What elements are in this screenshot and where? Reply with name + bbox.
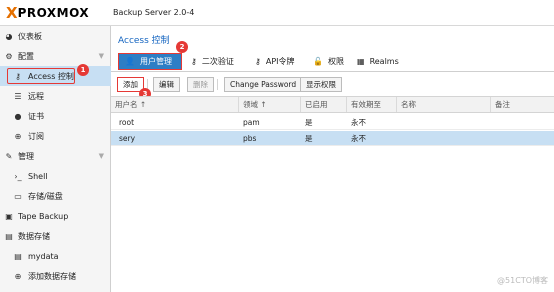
terminal-icon: ›_ (14, 171, 22, 181)
sidebar-item-label: 添加数据存储 (28, 271, 76, 281)
top-bar: X PROXMOX Backup Server 2.0-4 (0, 0, 554, 26)
sidebar-item-certificates[interactable]: ● 证书 (0, 106, 111, 126)
tab-label: 二次验证 (201, 57, 234, 66)
unlock-icon: 🔓 (313, 57, 323, 66)
cell-enabled: 是 (305, 134, 313, 143)
edit-button[interactable]: 编辑 (153, 77, 180, 92)
tachometer-icon: ◕ (5, 31, 13, 41)
sidebar-item-label: 配置 (18, 51, 34, 61)
tab-label: 权限 (327, 57, 344, 66)
cell-realm: pam (243, 118, 260, 127)
cell-username: sery (119, 134, 136, 143)
change-password-button[interactable]: Change Password (224, 77, 303, 92)
sidebar-item-administration[interactable]: ✎ 管理 ▼ (0, 146, 111, 166)
chevron-down-icon[interactable]: ▼ (99, 152, 104, 160)
tape-icon: ▣ (5, 211, 13, 221)
cell-name (397, 115, 401, 130)
sidebar-item-shell[interactable]: ›_ Shell (0, 166, 111, 186)
app-title: Backup Server 2.0-4 (113, 8, 195, 17)
cell-enabled: 是 (305, 118, 313, 127)
gears-icon: ⚙ (5, 51, 13, 61)
table-row[interactable]: sery pbs 是 永不 (111, 131, 554, 146)
show-permissions-button[interactable]: 显示权限 (300, 77, 342, 92)
toolbar-divider (217, 79, 218, 90)
tab-label: 用户管理 (139, 57, 172, 66)
tab-label: Realms (369, 57, 399, 66)
certificate-icon: ● (14, 111, 22, 121)
annotation-badge-1: 1 (77, 64, 89, 76)
cell-name (397, 131, 401, 146)
cell-expire: 永不 (351, 118, 366, 127)
cell-comment (491, 115, 495, 130)
sidebar-item-label: 仪表板 (18, 31, 42, 41)
tab-api-token[interactable]: ⚷ API令牌 (249, 53, 301, 70)
sidebar-item-configuration[interactable]: ⚙ 配置 ▼ (0, 46, 111, 66)
key-icon: ⚷ (15, 71, 21, 81)
column-header-enabled[interactable]: 已启用 (301, 97, 347, 112)
tab-two-factor[interactable]: ⚷ 二次验证 (185, 53, 240, 70)
key-icon: ⚷ (255, 57, 261, 66)
column-header-realm[interactable]: 领域 ↑ (239, 97, 301, 112)
sidebar-item-remotes[interactable]: ☰ 远程 (0, 86, 111, 106)
tab-label: API令牌 (265, 57, 295, 66)
sidebar-item-datastore[interactable]: ▤ 数据存储 (0, 226, 111, 246)
toolbar: 添加 编辑 删除 Change Password 显示权限 (111, 72, 554, 96)
table-row[interactable]: root pam 是 永不 (111, 115, 554, 130)
cell-realm: pbs (243, 134, 257, 143)
key-icon: ⚷ (191, 57, 197, 66)
sidebar-item-label: 管理 (18, 151, 34, 161)
sidebar-item-label: Access 控制 (28, 71, 74, 81)
database-icon: ▤ (14, 251, 22, 261)
sidebar-item-label: mydata (28, 251, 59, 261)
hdd-icon: ▭ (14, 191, 22, 201)
sidebar-item-mydata[interactable]: ▤ mydata (0, 246, 111, 266)
sidebar-item-storage-disks[interactable]: ▭ 存储/磁盘 (0, 186, 111, 206)
sidebar-item-label: 数据存储 (18, 231, 50, 241)
sidebar-item-label: 远程 (28, 91, 44, 101)
tab-permissions[interactable]: 🔓 权限 (307, 53, 350, 70)
chevron-down-icon[interactable]: ▼ (99, 52, 104, 60)
sidebar-item-access-control[interactable]: ⚷ Access 控制 (0, 66, 111, 86)
user-icon: 👤 (125, 57, 135, 66)
tab-user-management[interactable]: 👤 用户管理 (118, 53, 182, 70)
cell-comment (491, 131, 495, 146)
sidebar-item-label: Shell (28, 171, 48, 181)
logo-text: PROXMOX (17, 6, 90, 20)
sidebar-item-label: 证书 (28, 111, 44, 121)
cell-username: root (119, 118, 135, 127)
wrench-icon: ✎ (5, 151, 13, 161)
proxmox-logo[interactable]: X PROXMOX (6, 4, 90, 22)
column-header-expire[interactable]: 有效期至 (347, 97, 397, 112)
annotation-badge-2: 2 (176, 41, 188, 53)
server-icon: ☰ (14, 91, 22, 101)
page-title: Access 控制 (118, 36, 170, 46)
sidebar: ◕ 仪表板 ⚙ 配置 ▼ ⚷ Access 控制 ☰ 远程 ● 证书 ⊕ 订阅 … (0, 26, 111, 292)
grid-header: 用户名 ↑ 领域 ↑ 已启用 有效期至 名称 备注 (111, 96, 554, 113)
column-header-comment[interactable]: 备注 (491, 97, 554, 112)
tab-realms[interactable]: ▦ Realms (351, 53, 405, 70)
support-icon: ⊕ (14, 131, 22, 141)
cell-expire: 永不 (351, 134, 366, 143)
column-header-name[interactable]: 名称 (397, 97, 491, 112)
plus-circle-icon: ⊕ (14, 271, 22, 281)
sidebar-item-subscription[interactable]: ⊕ 订阅 (0, 126, 111, 146)
sidebar-item-label: Tape Backup (18, 211, 69, 221)
sidebar-item-add-datastore[interactable]: ⊕ 添加数据存储 (0, 266, 111, 286)
watermark: @51CTO博客 (497, 276, 548, 285)
logo-mark: X (6, 4, 18, 22)
sidebar-item-label: 订阅 (28, 131, 44, 141)
database-icon: ▤ (5, 231, 13, 241)
column-header-username[interactable]: 用户名 ↑ (111, 97, 239, 112)
sidebar-item-tape-backup[interactable]: ▣ Tape Backup (0, 206, 111, 226)
sidebar-item-dashboard[interactable]: ◕ 仪表板 (0, 26, 111, 46)
sidebar-item-label: 存储/磁盘 (28, 191, 63, 201)
building-icon: ▦ (357, 57, 365, 66)
delete-button[interactable]: 删除 (187, 77, 214, 92)
